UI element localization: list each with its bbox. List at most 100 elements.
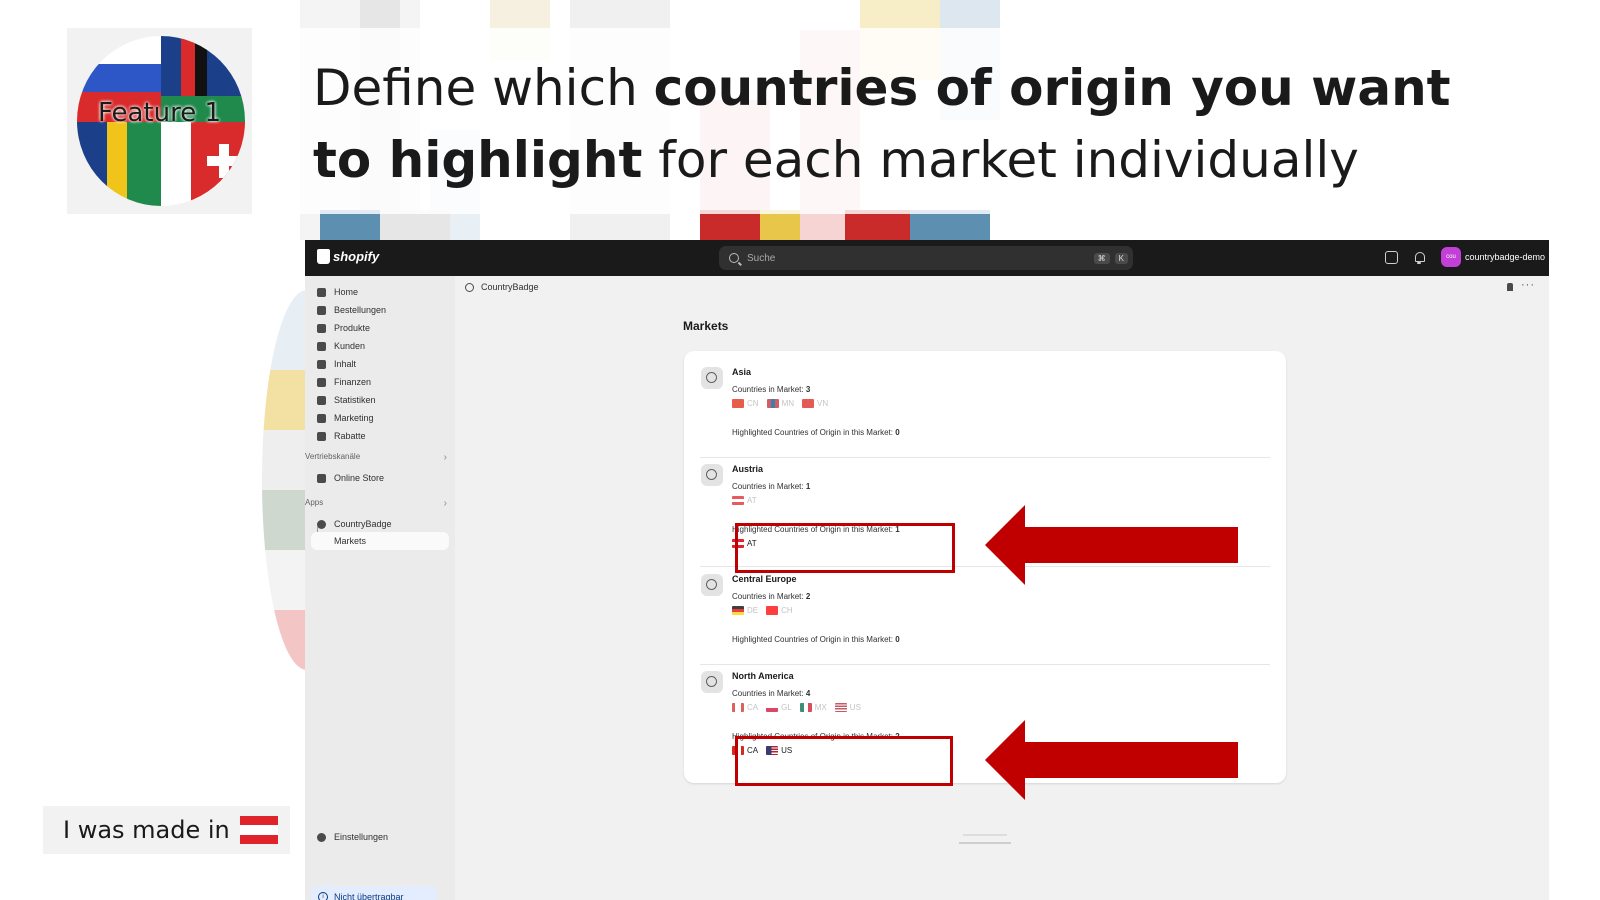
country-list: CN MN VN — [732, 399, 828, 408]
orders-icon — [317, 305, 326, 315]
china-flag-icon — [732, 399, 744, 408]
sidebar-item-analytics[interactable]: Statistiken — [311, 391, 449, 409]
countries-count: Countries in Market: 4 — [732, 689, 811, 698]
globe-icon — [701, 464, 723, 486]
country-chip: US — [834, 703, 861, 712]
country-chip: CN — [732, 399, 759, 408]
market-name: Central Europe — [732, 574, 797, 584]
market-name: Asia — [732, 367, 752, 377]
feature-card: Feature 1 — [67, 28, 252, 214]
chevron-right-icon: › — [443, 452, 447, 463]
chevron-right-icon: › — [443, 498, 447, 509]
shopify-bag-icon — [317, 249, 330, 264]
sidebar-item-online-store[interactable]: Online Store — [311, 469, 449, 487]
gear-icon — [317, 832, 326, 842]
bell-icon[interactable] — [1413, 251, 1426, 264]
switzerland-flag-icon — [766, 606, 779, 615]
sidebar-item-discounts[interactable]: Rabatte — [311, 427, 449, 445]
sidebar-item-content[interactable]: Inhalt — [311, 355, 449, 373]
highlight-box-north-america — [735, 736, 953, 786]
country-chip: CH — [766, 606, 793, 615]
market-name: North America — [732, 671, 794, 681]
country-chip: VN — [802, 399, 828, 408]
person-icon — [317, 341, 326, 351]
country-list: AT — [732, 496, 757, 505]
search-placeholder: Suche — [747, 252, 776, 264]
shortcut-cmd: ⌘ — [1093, 252, 1110, 264]
store-icon[interactable] — [1385, 251, 1398, 264]
highlight-box-austria — [735, 523, 955, 573]
country-chip: MX — [799, 703, 827, 712]
countries-count: Countries in Market: 2 — [732, 592, 811, 601]
storefront-icon — [317, 473, 326, 483]
search-icon — [729, 253, 739, 263]
sales-channels-section[interactable]: Vertriebskanäle › — [305, 452, 447, 463]
sidebar-item-home[interactable]: Home — [311, 283, 449, 301]
arrow-left-icon — [985, 505, 1238, 585]
info-icon: i — [318, 892, 328, 900]
countries-count: Countries in Market: 3 — [732, 385, 811, 394]
discount-icon — [317, 431, 326, 441]
sidebar-item-marketing[interactable]: Marketing — [311, 409, 449, 427]
sidebar-item-orders[interactable]: Bestellungen — [311, 301, 449, 319]
target-icon — [317, 413, 326, 423]
arrow-left-icon — [985, 720, 1238, 800]
country-chip: GL — [766, 703, 792, 712]
sidebar-item-customers[interactable]: Kunden — [311, 337, 449, 355]
canada-flag-icon — [732, 703, 744, 712]
avatar[interactable]: cou — [1441, 247, 1461, 267]
country-chip: AT — [732, 496, 757, 505]
made-in-badge: I was made in — [43, 806, 290, 854]
highlighted-count: Highlighted Countries of Origin in this … — [732, 428, 900, 437]
mexico-flag-icon — [799, 703, 812, 712]
bank-icon — [317, 377, 326, 387]
page-title: Markets — [683, 319, 729, 333]
market-name: Austria — [732, 464, 764, 474]
country-chip: MN — [766, 399, 794, 408]
feature-label: Feature 1 — [97, 98, 222, 128]
more-icon[interactable]: ··· — [1521, 279, 1535, 291]
shopify-logo[interactable]: shopify — [317, 249, 379, 264]
divider — [700, 664, 1270, 665]
app-icon — [465, 282, 474, 292]
apps-section[interactable]: Apps › — [305, 498, 447, 509]
chart-icon — [317, 395, 326, 405]
country-list: DE CH — [732, 606, 793, 615]
sidebar-item-finance[interactable]: Finanzen — [311, 373, 449, 391]
not-transferable-banner[interactable]: i Nicht übertragbar — [311, 886, 437, 900]
sidebar-item-markets[interactable]: Markets — [311, 532, 449, 550]
content-icon — [317, 359, 326, 369]
austria-flag-icon — [732, 496, 744, 505]
globe-icon — [701, 367, 723, 389]
country-chip: DE — [732, 606, 758, 615]
headline: Define which countries of origin you wan… — [313, 59, 1451, 189]
globe-icon — [701, 574, 723, 596]
search-input[interactable]: Suche ⌘ K — [719, 246, 1133, 270]
vietnam-flag-icon — [802, 399, 815, 408]
home-icon — [317, 287, 326, 297]
globe-icon — [701, 671, 723, 693]
store-name[interactable]: countrybadge-demo — [1465, 252, 1545, 262]
austria-flag-icon — [239, 816, 278, 844]
usa-flag-icon — [834, 703, 847, 712]
country-list: CA GL MX US — [732, 703, 861, 712]
sidebar-item-settings[interactable]: Einstellungen — [311, 828, 449, 846]
highlighted-count: Highlighted Countries of Origin in this … — [732, 635, 900, 644]
sidebar: Home Bestellungen Produkte Kunden Inhalt… — [305, 276, 455, 900]
countries-count: Countries in Market: 1 — [732, 482, 811, 491]
shortcut-k: K — [1114, 252, 1128, 264]
sidebar-item-products[interactable]: Produkte — [311, 319, 449, 337]
greenland-flag-icon — [766, 703, 779, 712]
top-bar: shopify Suche ⌘ K cou countrybadge-demo — [305, 240, 1549, 276]
tag-icon — [317, 323, 326, 333]
made-in-text: I was made in — [63, 816, 230, 844]
germany-flag-icon — [732, 606, 744, 615]
divider — [700, 457, 1270, 458]
main-content: CountryBadge ··· Markets Asia Countries … — [455, 276, 1549, 900]
footer-links — [955, 834, 1015, 844]
sidebar-item-countrybadge[interactable]: CountryBadge — [311, 515, 449, 533]
pin-icon[interactable] — [1507, 283, 1513, 291]
mongolia-flag-icon — [766, 399, 779, 408]
breadcrumb[interactable]: CountryBadge — [465, 282, 539, 292]
country-chip: CA — [732, 703, 758, 712]
